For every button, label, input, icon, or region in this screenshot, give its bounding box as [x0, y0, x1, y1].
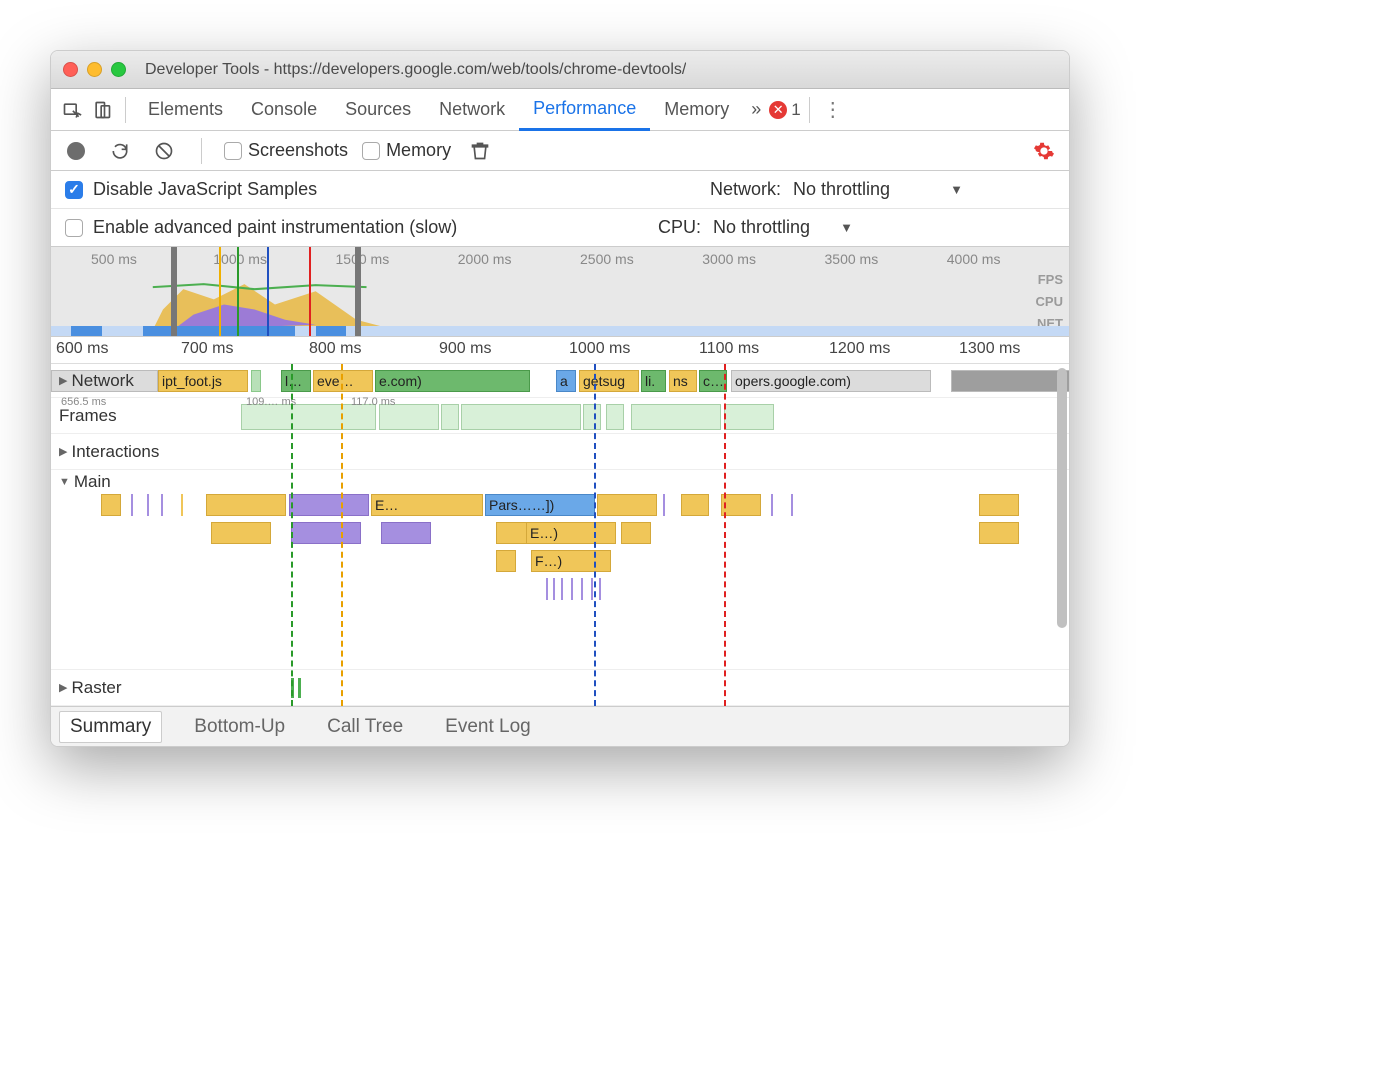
- network-bar[interactable]: a: [556, 370, 576, 392]
- marker: [309, 247, 311, 336]
- network-bar[interactable]: e.com): [375, 370, 530, 392]
- frame[interactable]: [583, 404, 601, 430]
- tab-memory[interactable]: Memory: [650, 89, 743, 131]
- settings-gear-icon[interactable]: [1029, 136, 1059, 166]
- chevron-right-icon: ▶: [59, 681, 67, 694]
- marker-line-red: [724, 364, 726, 706]
- network-label: Network:: [710, 179, 781, 200]
- network-throttle-select[interactable]: No throttling▼: [793, 179, 963, 200]
- network-bar[interactable]: ns: [669, 370, 697, 392]
- raster-track[interactable]: ▶Raster: [51, 670, 1069, 706]
- network-bar[interactable]: [251, 370, 261, 392]
- network-bar[interactable]: ipt_foot.js: [158, 370, 248, 392]
- chevron-right-icon: ▶: [59, 445, 67, 458]
- frame[interactable]: [724, 404, 774, 430]
- raster-bar[interactable]: [298, 678, 301, 698]
- network-bar[interactable]: [51, 370, 158, 392]
- network-bar[interactable]: l…: [281, 370, 311, 392]
- memory-checkbox[interactable]: Memory: [362, 140, 451, 161]
- details-tabs: Summary Bottom-Up Call Tree Event Log: [51, 706, 1069, 746]
- tracks: ▶Network ipt_foot.js l… eve… e.com) a ge…: [51, 364, 1069, 706]
- marker-line-blue: [594, 364, 596, 706]
- record-button[interactable]: [61, 136, 91, 166]
- marker-line-yellow: [341, 364, 343, 706]
- divider: [125, 97, 126, 123]
- options-row-1: Disable JavaScript Samples Network: No t…: [51, 171, 1069, 209]
- error-count: 1: [791, 100, 800, 120]
- advanced-paint-checkbox[interactable]: Enable advanced paint instrumentation (s…: [65, 217, 457, 238]
- main-track[interactable]: ▼Main E… Pars……]): [51, 470, 1069, 670]
- trash-icon[interactable]: [465, 136, 495, 166]
- time-ruler: 600 ms 700 ms 800 ms 900 ms 1000 ms 1100…: [51, 337, 1069, 364]
- tab-summary[interactable]: Summary: [59, 711, 162, 743]
- reload-icon[interactable]: [105, 136, 135, 166]
- frame[interactable]: [631, 404, 721, 430]
- marker: [237, 247, 239, 336]
- tab-elements[interactable]: Elements: [134, 89, 237, 131]
- error-icon: ✕: [769, 101, 787, 119]
- network-bar[interactable]: opers.google.com): [731, 370, 931, 392]
- devtools-window: Developer Tools - https://developers.goo…: [50, 50, 1070, 747]
- tab-performance[interactable]: Performance: [519, 89, 650, 131]
- tab-console[interactable]: Console: [237, 89, 331, 131]
- flame-chart[interactable]: E… Pars……]): [51, 494, 1069, 606]
- panel-tabs: Elements Console Sources Network Perform…: [51, 89, 1069, 131]
- cpu-label: CPU:: [658, 217, 701, 238]
- close-button[interactable]: [63, 62, 78, 77]
- screenshots-checkbox[interactable]: Screenshots: [224, 140, 348, 161]
- divider: [809, 97, 810, 123]
- chevron-down-icon: ▼: [950, 182, 963, 197]
- chevron-down-icon: ▼: [59, 476, 70, 488]
- tab-sources[interactable]: Sources: [331, 89, 425, 131]
- chevron-down-icon: ▼: [840, 220, 853, 235]
- divider: [201, 138, 202, 164]
- overview-window-handle[interactable]: [171, 247, 361, 336]
- frame[interactable]: [606, 404, 624, 430]
- network-bar[interactable]: eve…: [313, 370, 373, 392]
- marker: [219, 247, 221, 336]
- minimize-button[interactable]: [87, 62, 102, 77]
- network-bar[interactable]: getsug: [579, 370, 639, 392]
- network-bar[interactable]: li.: [641, 370, 666, 392]
- frames-track[interactable]: Frames 656.5 ms 109.… ms 117.0 ms: [51, 398, 1069, 434]
- titlebar: Developer Tools - https://developers.goo…: [51, 51, 1069, 89]
- zoom-button[interactable]: [111, 62, 126, 77]
- network-bar[interactable]: [951, 370, 1070, 392]
- tab-network[interactable]: Network: [425, 89, 519, 131]
- network-track[interactable]: ▶Network ipt_foot.js l… eve… e.com) a ge…: [51, 364, 1069, 398]
- network-bar[interactable]: c…: [699, 370, 727, 392]
- device-toggle-icon[interactable]: [87, 95, 117, 125]
- marker: [267, 247, 269, 336]
- cpu-throttle-select[interactable]: No throttling▼: [713, 217, 853, 238]
- tab-bottom-up[interactable]: Bottom-Up: [184, 712, 295, 742]
- timeline[interactable]: 600 ms 700 ms 800 ms 900 ms 1000 ms 1100…: [51, 337, 1069, 706]
- vertical-scrollbar[interactable]: [1057, 368, 1067, 628]
- frame[interactable]: [441, 404, 459, 430]
- overview-strip[interactable]: 500 ms1000 ms1500 ms2000 ms2500 ms3000 m…: [51, 247, 1069, 337]
- marker-line-green: [291, 364, 293, 706]
- window-title: Developer Tools - https://developers.goo…: [145, 61, 686, 79]
- tab-call-tree[interactable]: Call Tree: [317, 712, 413, 742]
- error-badge[interactable]: ✕ 1: [769, 100, 800, 120]
- frame[interactable]: [461, 404, 581, 430]
- clear-icon[interactable]: [149, 136, 179, 166]
- tab-event-log[interactable]: Event Log: [435, 712, 541, 742]
- interactions-track[interactable]: ▶Interactions: [51, 434, 1069, 470]
- kebab-menu-icon[interactable]: ⋮: [818, 95, 848, 125]
- perf-toolbar: Screenshots Memory: [51, 131, 1069, 171]
- disable-js-checkbox[interactable]: Disable JavaScript Samples: [65, 179, 317, 200]
- inspect-icon[interactable]: [57, 95, 87, 125]
- tab-more[interactable]: »: [743, 89, 769, 131]
- options-row-2: Enable advanced paint instrumentation (s…: [51, 209, 1069, 247]
